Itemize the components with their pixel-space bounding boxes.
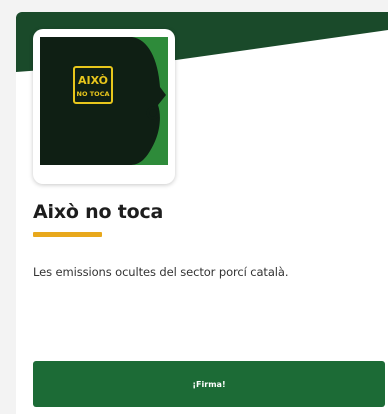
title-underline xyxy=(33,232,102,237)
pig-silhouette-image: AIXÒ NO TOCA xyxy=(40,37,168,165)
campaign-thumbnail[interactable]: AIXÒ NO TOCA xyxy=(33,29,175,184)
campaign-card: AIXÒ NO TOCA Això no toca Les emissions … xyxy=(16,12,388,414)
campaign-image: AIXÒ NO TOCA xyxy=(40,37,168,165)
logo-line-2: NO TOCA xyxy=(77,90,110,98)
logo-line-1: AIXÒ xyxy=(78,74,108,87)
campaign-title: Això no toca xyxy=(33,201,164,223)
sign-button[interactable]: ¡Firma! xyxy=(33,361,385,407)
campaign-description: Les emissions ocultes del sector porcí c… xyxy=(33,265,289,279)
